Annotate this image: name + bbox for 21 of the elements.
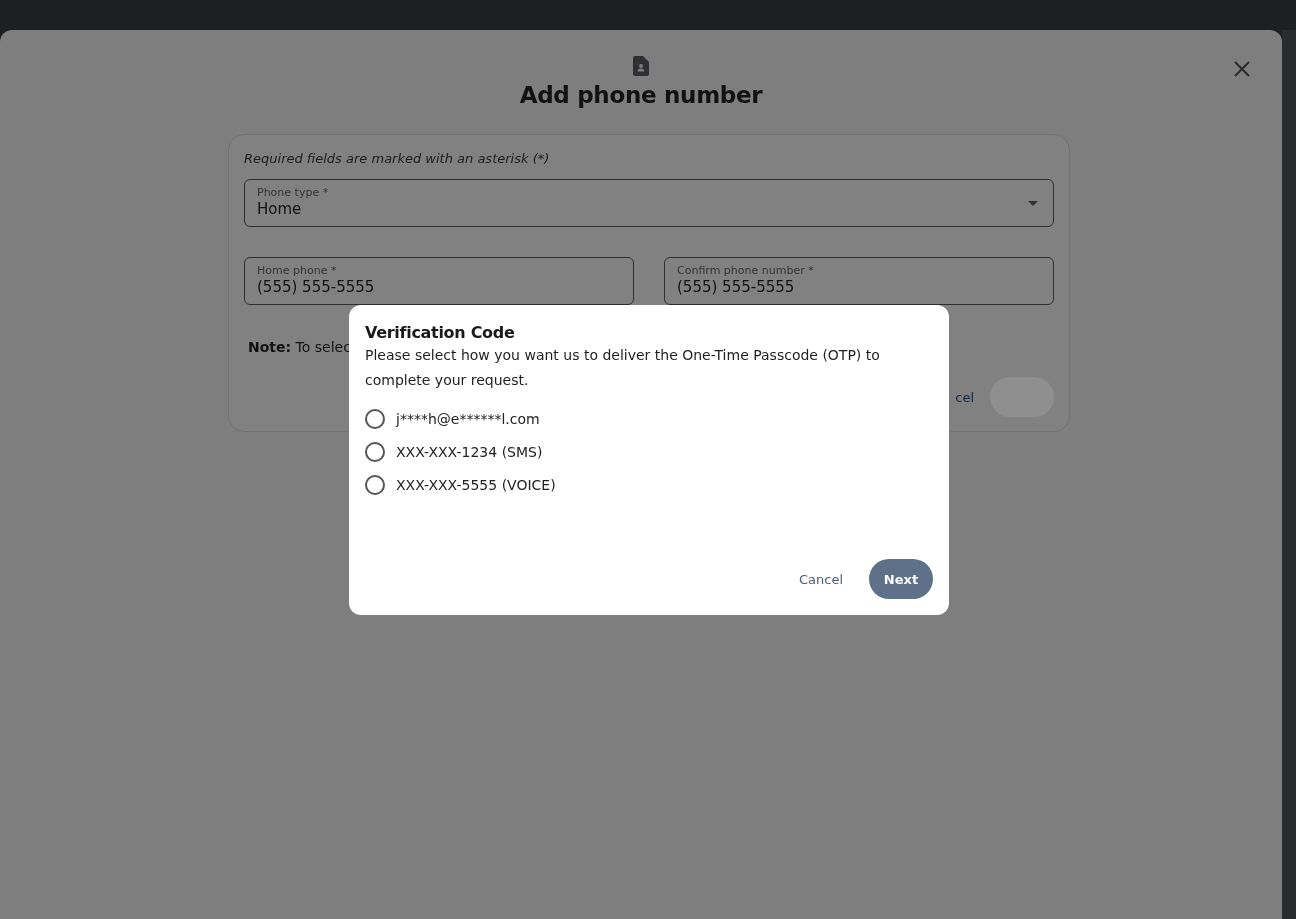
radio-button[interactable] (365, 475, 385, 495)
radio-button[interactable] (365, 409, 385, 429)
option-label[interactable]: XXX-XXX-5555 (VOICE) (396, 477, 556, 493)
contact-document-icon (633, 56, 649, 76)
scrollbar[interactable] (1282, 30, 1296, 919)
dialog-message: Please select how you want us to deliver the One-Time Passcode (OTP) to complete your request. (365, 346, 881, 390)
note-text: Note: To selec (248, 339, 351, 355)
radio-button[interactable] (365, 442, 385, 462)
dialog-title: Verification Code (365, 323, 516, 342)
cancel-link[interactable]: cel (955, 389, 974, 405)
sheet-title: Add phone number (519, 82, 763, 108)
caret-icon (1028, 201, 1038, 206)
phone-input-field[interactable]: Home phone * (555) 555-5555 (244, 257, 634, 305)
phone-type-select[interactable]: Phone type * Home (244, 179, 1054, 227)
next-button[interactable]: Next (869, 559, 933, 599)
cancel-button[interactable]: Cancel (782, 561, 859, 597)
required-note: Required fields are marked with an asterisk (*) (244, 151, 551, 166)
close-icon[interactable] (1234, 61, 1250, 77)
option-label[interactable]: j****h@e******l.com (396, 411, 540, 427)
option-label[interactable]: XXX-XXX-1234 (SMS) (396, 444, 543, 460)
phone-input-field[interactable]: Confirm phone number * (555) 555-5555 (664, 257, 1054, 305)
